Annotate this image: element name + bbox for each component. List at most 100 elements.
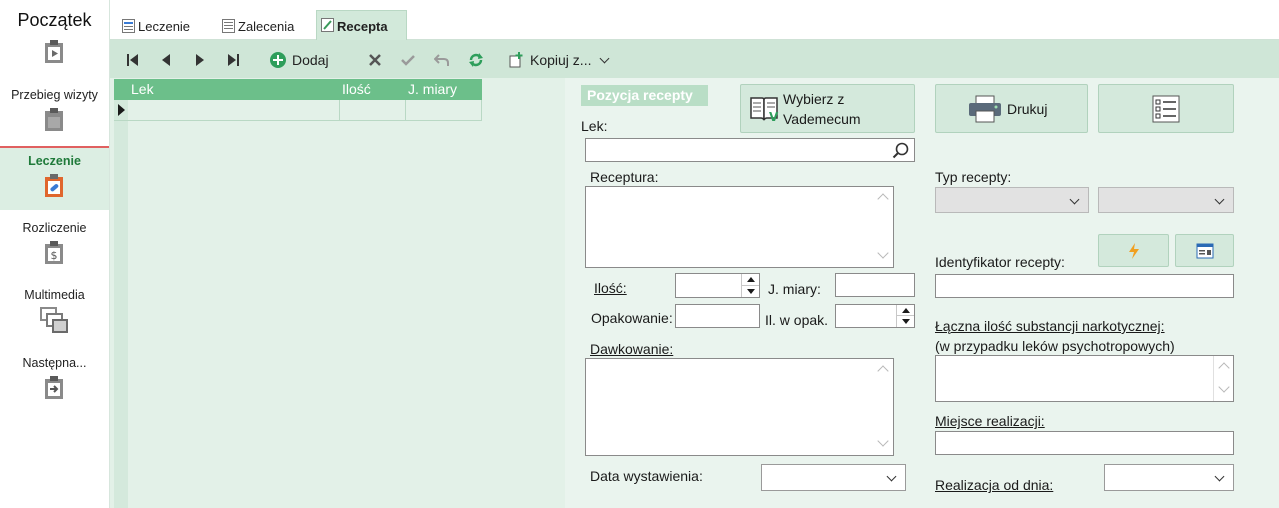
- column-header-lek[interactable]: Lek: [131, 81, 154, 97]
- toolbar: Dodaj Kopiuj z...: [110, 40, 1279, 78]
- tab-label: Recepta: [337, 19, 388, 34]
- table-row[interactable]: [114, 100, 482, 121]
- narcotic-amount-hint: (w przypadku leków psychotropowych): [935, 338, 1175, 354]
- issue-date-label: Data wystawienia:: [590, 468, 703, 484]
- add-button[interactable]: Dodaj: [269, 50, 329, 70]
- confirm-button[interactable]: [400, 50, 416, 70]
- window-icon: [1196, 243, 1214, 259]
- previous-record-button[interactable]: [160, 50, 172, 70]
- prescription-icon: [321, 18, 334, 32]
- column-header-j-miary[interactable]: J. miary: [408, 81, 457, 97]
- chevron-down-icon: [600, 53, 610, 63]
- ilosc-label: Ilość:: [594, 280, 627, 296]
- nav-item-label: Przebieg wizyty: [11, 88, 98, 102]
- grid-header: Lek Ilość J. miary: [114, 79, 482, 100]
- nav-item-multimedia[interactable]: Multimedia: [0, 282, 109, 346]
- stepper-buttons[interactable]: [896, 305, 914, 327]
- drug-search-input[interactable]: [585, 138, 915, 162]
- last-record-button[interactable]: [226, 50, 240, 70]
- column-divider: [481, 100, 482, 121]
- form-icon: [122, 19, 135, 33]
- receptura-textarea[interactable]: [585, 186, 894, 268]
- prescription-subtype-select[interactable]: [1098, 187, 1234, 213]
- opakowanie-label: Opakowanie:: [591, 310, 673, 326]
- issue-date-picker[interactable]: [761, 464, 906, 491]
- printer-icon: [969, 95, 1001, 123]
- nav-home-label: Początek: [17, 10, 92, 30]
- generate-identifier-button[interactable]: [1098, 234, 1169, 267]
- vademecum-button-label-line1: Wybierz z: [783, 91, 845, 107]
- column-header-ilosc[interactable]: Ilość: [342, 81, 371, 97]
- receptura-label: Receptura:: [590, 169, 659, 185]
- clipboard-icon: [45, 108, 63, 131]
- next-record-icon: [196, 54, 204, 66]
- search-icon[interactable]: [892, 142, 909, 159]
- column-divider: [339, 100, 340, 121]
- tab-leczenie[interactable]: Leczenie: [118, 12, 208, 40]
- undo-button[interactable]: [434, 50, 450, 70]
- nav-item-przebieg-wizyty[interactable]: Przebieg wizyty: [0, 82, 109, 146]
- realization-from-label: Realizacja od dnia:: [935, 477, 1054, 493]
- document-icon: [222, 19, 235, 33]
- package-input[interactable]: [675, 304, 760, 328]
- prescription-type-select[interactable]: [935, 187, 1089, 213]
- lek-label: Lek:: [581, 118, 608, 134]
- quantity-stepper[interactable]: [675, 273, 760, 298]
- first-record-button[interactable]: [126, 50, 140, 70]
- unit-input[interactable]: [835, 273, 915, 297]
- realization-date-picker[interactable]: [1104, 464, 1234, 491]
- checklist-button[interactable]: [1098, 84, 1234, 133]
- tab-bar: Leczenie Zalecenia Recepta: [110, 0, 1279, 41]
- prescription-items-grid[interactable]: Lek Ilość J. miary: [114, 79, 482, 508]
- tab-recepta[interactable]: Recepta: [316, 10, 407, 41]
- clipboard-arrow-icon: [45, 376, 63, 399]
- nav-item-label: Multimedia: [24, 288, 85, 302]
- undo-icon: [434, 54, 449, 66]
- scrollbar[interactable]: [1213, 356, 1233, 401]
- section-title: Pozycja recepty: [581, 85, 708, 106]
- refresh-button[interactable]: [468, 50, 484, 70]
- prescription-identifier-label: Identyfikator recepty:: [935, 254, 1065, 270]
- tab-label: Leczenie: [138, 19, 191, 34]
- dawkowanie-label: Dawkowanie:: [590, 341, 674, 357]
- row-selector-strip: [114, 100, 128, 508]
- chevron-down-icon: [1214, 194, 1225, 205]
- prescription-identifier-input[interactable]: [935, 274, 1234, 298]
- close-icon: [369, 54, 381, 66]
- book-icon: V: [750, 97, 779, 124]
- nav-item-nastepna[interactable]: Następna...: [0, 350, 109, 414]
- scrollbar[interactable]: [873, 359, 893, 455]
- scrollbar[interactable]: [873, 187, 893, 267]
- choose-from-vademecum-button[interactable]: V Wybierz z Vademecum: [740, 84, 915, 133]
- checkmark-icon: [401, 55, 415, 66]
- place-of-realization-input[interactable]: [935, 431, 1234, 455]
- next-record-button[interactable]: [194, 50, 206, 70]
- dosage-textarea[interactable]: [585, 358, 894, 456]
- chevron-down-icon: [1214, 471, 1225, 482]
- last-record-icon: [228, 54, 239, 66]
- nav-item-label: Leczenie: [28, 154, 81, 168]
- tab-zalecenia[interactable]: Zalecenia: [218, 12, 310, 40]
- column-divider: [405, 100, 406, 121]
- nav-home[interactable]: Początek: [0, 0, 109, 76]
- nav-item-label: Następna...: [22, 356, 87, 370]
- narcotic-amount-textarea[interactable]: [935, 355, 1234, 402]
- add-button-label: Dodaj: [292, 52, 329, 68]
- add-icon: [270, 52, 286, 68]
- clipboard-play-icon: [45, 40, 63, 63]
- chevron-down-icon: [1069, 194, 1080, 205]
- print-button[interactable]: Drukuj: [935, 84, 1088, 133]
- copy-add-icon: [509, 52, 523, 68]
- nav-item-rozliczenie[interactable]: Rozliczenie $: [0, 215, 109, 279]
- vademecum-button-label-line2: Vademecum: [783, 111, 861, 127]
- narcotic-amount-label: Łączna ilość substancji narkotycznej:: [935, 318, 1165, 334]
- il-w-opak-label: Il. w opak.: [765, 312, 829, 328]
- package-quantity-stepper[interactable]: [835, 304, 915, 328]
- stepper-buttons[interactable]: [741, 274, 759, 297]
- cancel-button[interactable]: [368, 50, 382, 70]
- nav-item-leczenie[interactable]: Leczenie: [0, 146, 109, 210]
- identifier-form-button[interactable]: [1175, 234, 1234, 267]
- tab-label: Zalecenia: [238, 19, 295, 34]
- j-miary-label: J. miary:: [768, 281, 821, 297]
- copy-from-button[interactable]: Kopiuj z...: [508, 50, 610, 70]
